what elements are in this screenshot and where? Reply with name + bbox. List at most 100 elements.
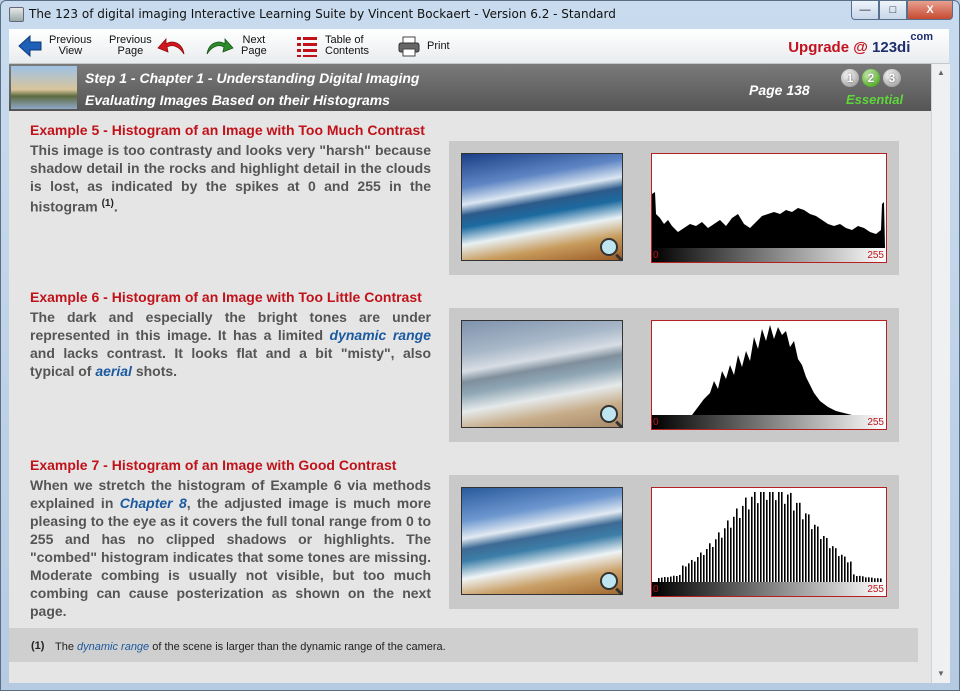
curved-arrow-left-icon xyxy=(157,37,185,55)
example-5-histogram: 0 255 xyxy=(651,153,887,263)
window-title: The 123 of digital imaging Interactive L… xyxy=(29,7,616,21)
print-button[interactable]: Print xyxy=(397,31,450,61)
minimize-icon: — xyxy=(859,4,871,16)
histogram-comb-bar xyxy=(679,574,681,582)
example-6-photo[interactable] xyxy=(461,320,623,428)
histogram-min-label: 0 xyxy=(653,584,659,595)
page-number: Page 138 xyxy=(749,82,810,98)
dynamic-range-link[interactable]: dynamic range xyxy=(330,327,431,343)
histogram-comb-bar xyxy=(742,505,744,582)
example-5-panel: 0 255 xyxy=(449,141,899,275)
magnifier-icon[interactable] xyxy=(600,405,618,423)
app-icon[interactable] xyxy=(9,7,24,22)
histogram-comb-bar xyxy=(733,516,735,582)
level-indicator: 1 2 3 xyxy=(841,69,901,87)
window-controls: — □ X xyxy=(851,1,953,21)
histogram-max-label: 255 xyxy=(867,584,884,595)
example-6-panel: 0 255 xyxy=(449,308,899,442)
example-7-body: When we stretch the histogram of Example… xyxy=(30,476,431,620)
scroll-up-icon[interactable]: ▲ xyxy=(932,66,950,80)
previous-page-button[interactable]: Previous Page xyxy=(109,31,188,61)
histogram-comb-bar xyxy=(694,561,696,582)
histogram-comb-bar xyxy=(838,556,840,582)
previous-view-button[interactable]: Previous View xyxy=(17,31,92,61)
magnifier-icon[interactable] xyxy=(600,238,618,256)
histogram-comb-bar xyxy=(847,562,849,582)
histogram-comb-bar xyxy=(850,561,852,582)
histogram-comb-bar xyxy=(685,566,687,582)
histogram-comb-bar xyxy=(811,529,813,582)
histogram-comb-bar xyxy=(730,527,732,582)
page-header: Step 1 - Chapter 1 - Understanding Digit… xyxy=(9,64,931,111)
histogram-comb-bar xyxy=(853,574,855,582)
level-label: Essential xyxy=(846,92,904,107)
brand-logo: 123di xyxy=(872,39,911,56)
upgrade-link[interactable]: Upgrade @ 123dicom xyxy=(788,31,933,56)
arrow-left-icon xyxy=(18,34,42,58)
list-icon xyxy=(297,37,317,57)
histogram-comb-bar xyxy=(718,532,720,582)
example-7-photo[interactable] xyxy=(461,487,623,595)
histogram-comb-bar xyxy=(712,546,714,582)
previous-view-label-2: View xyxy=(58,45,83,57)
histogram-comb-bar xyxy=(802,519,804,582)
histogram-comb-bar xyxy=(823,535,825,582)
histogram-6-shape xyxy=(652,325,852,415)
level-1-icon[interactable]: 1 xyxy=(841,69,859,87)
example-7-title: Example 7 - Histogram of an Image with G… xyxy=(30,457,397,473)
tonal-gradient-bar xyxy=(652,415,886,429)
example-7-histogram: 0 255 xyxy=(651,487,887,597)
brand-suffix: com xyxy=(910,31,933,43)
chapter-8-link[interactable]: Chapter 8 xyxy=(120,495,187,511)
histogram-comb-bar xyxy=(763,492,765,582)
histogram-min-label: 0 xyxy=(653,250,659,261)
histogram-comb-bar xyxy=(820,539,822,582)
footnote-dynamic-range-link[interactable]: dynamic range xyxy=(77,641,149,653)
histogram-comb-bar xyxy=(772,492,774,582)
histogram-max-label: 255 xyxy=(867,250,884,261)
example-5-body: This image is too contrasty and looks ve… xyxy=(30,141,431,216)
histogram-comb-bar xyxy=(844,556,846,582)
histogram-comb-bar xyxy=(790,492,792,582)
next-page-label-2: Page xyxy=(241,45,267,57)
histogram-comb-bar xyxy=(691,559,693,582)
minimize-button[interactable]: — xyxy=(851,1,879,20)
example-6-histogram-graph xyxy=(652,325,852,415)
histogram-comb-bar xyxy=(817,526,819,582)
printer-icon xyxy=(398,36,420,57)
histogram-min-label: 0 xyxy=(653,417,659,428)
example-7-panel: 0 255 xyxy=(449,475,899,609)
title-bar[interactable]: The 123 of digital imaging Interactive L… xyxy=(1,1,959,27)
histogram-comb-bar xyxy=(736,508,738,582)
footnote-pre: The xyxy=(55,641,78,653)
example-6-text-3: shots. xyxy=(131,363,178,379)
footnote-text: The dynamic range of the scene is larger… xyxy=(55,641,446,653)
histogram-comb-bar xyxy=(769,492,771,582)
vertical-scrollbar[interactable]: ▲ ▼ xyxy=(931,64,950,683)
histogram-comb-bar xyxy=(829,548,831,582)
close-button[interactable]: X xyxy=(907,1,953,20)
magnifier-icon[interactable] xyxy=(600,572,618,590)
level-2-icon[interactable]: 2 xyxy=(862,69,880,87)
print-label: Print xyxy=(427,39,450,52)
example-6-text-2: and lacks contrast. It looks flat and a … xyxy=(30,345,431,379)
example-5-photo[interactable] xyxy=(461,153,623,261)
upgrade-prefix: Upgrade @ xyxy=(788,39,873,56)
histogram-comb-bar xyxy=(826,538,828,582)
footnote-ref[interactable]: (1) xyxy=(102,198,114,209)
table-of-contents-button[interactable]: Table of Contents xyxy=(295,31,369,61)
scroll-down-icon[interactable]: ▼ xyxy=(932,667,950,681)
example-6-histogram: 0 255 xyxy=(651,320,887,430)
aerial-link[interactable]: aerial xyxy=(95,363,132,379)
example-6-title: Example 6 - Histogram of an Image with T… xyxy=(30,289,422,305)
example-6-body: The dark and especially the bright tones… xyxy=(30,308,431,380)
histogram-comb-bar xyxy=(784,503,786,582)
tonal-gradient-bar xyxy=(652,248,886,262)
histogram-comb-bar xyxy=(835,548,837,582)
histogram-comb-bar xyxy=(754,492,756,582)
example-7-text-2: , the adjusted image is much more pleasi… xyxy=(30,495,431,619)
maximize-button[interactable]: □ xyxy=(879,1,907,20)
next-page-button[interactable]: Next Page xyxy=(203,31,267,61)
level-3-icon[interactable]: 3 xyxy=(883,69,901,87)
curved-arrow-right-icon xyxy=(206,37,234,55)
